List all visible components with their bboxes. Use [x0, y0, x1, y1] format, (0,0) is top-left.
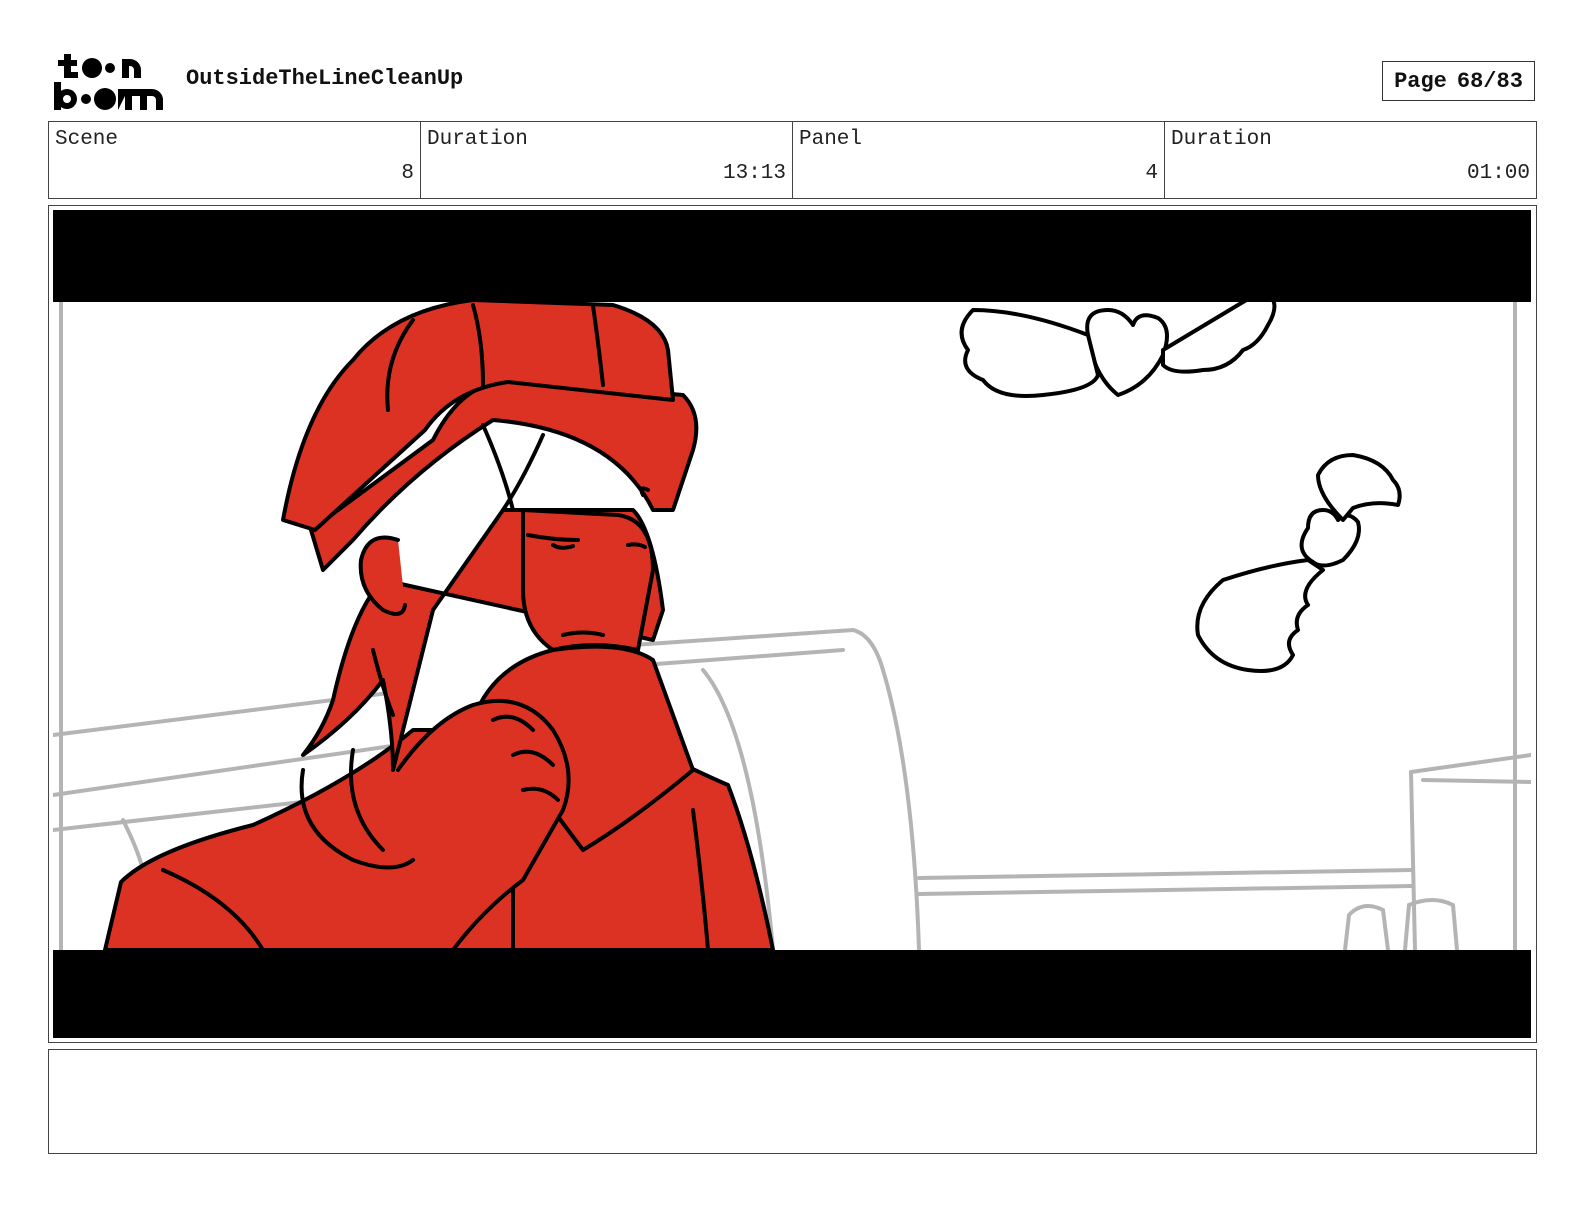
panel-info-table: Scene 8 Duration 13:13 Panel 4 Duration …: [48, 121, 1537, 199]
page-number: 68/83: [1456, 68, 1523, 94]
scene-duration-value: 13:13: [722, 162, 786, 185]
panel-duration-value: 01:00: [1466, 162, 1530, 185]
letterbox-bottom: [53, 950, 1531, 1038]
project-title: OutsideTheLineCleanUp: [186, 66, 464, 91]
panel-cell: Panel 4: [793, 122, 1165, 198]
scene-duration-cell: Duration 13:13: [421, 122, 793, 198]
page-label: Page: [1394, 68, 1447, 94]
scene-cell: Scene 8: [49, 122, 421, 198]
scene-label: Scene: [55, 128, 119, 151]
panel-duration-label: Duration: [1171, 128, 1272, 151]
panel-notes-box: [48, 1049, 1537, 1154]
scene-duration-label: Duration: [427, 128, 528, 151]
scene-value: 8: [401, 162, 414, 185]
panel-label: Panel: [799, 128, 863, 151]
letterbox-top: [53, 210, 1531, 302]
panel-value: 4: [1145, 162, 1158, 185]
storyboard-panel-frame: [48, 205, 1537, 1043]
panel-duration-cell: Duration 01:00: [1165, 122, 1536, 198]
toon-boom-logo: [54, 54, 163, 110]
storyboard-panel-image: [53, 210, 1531, 1038]
page-indicator: Page 68/83: [1382, 61, 1535, 101]
